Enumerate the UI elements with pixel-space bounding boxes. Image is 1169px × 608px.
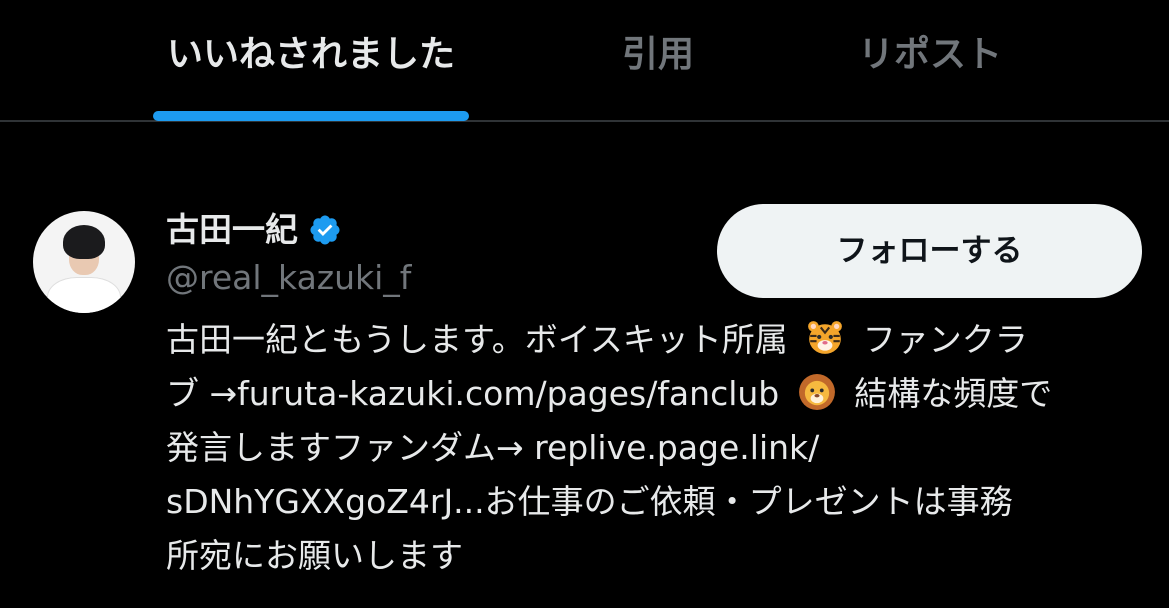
- avatar[interactable]: [33, 211, 135, 313]
- bio-text: 発言しますファンダム→: [166, 428, 535, 467]
- bio-line: 所宛にお願いします: [166, 529, 1141, 583]
- verified-badge-icon: [310, 215, 340, 245]
- bio-text: ブ →: [166, 374, 238, 413]
- bio-text: ファンクラ: [862, 320, 1028, 359]
- user-bio: 古田一紀ともうします。ボイスキット所属 ファンクラ ブ →furuta-kazu…: [166, 313, 1141, 583]
- bio-text: お仕事のご依頼・プレゼントは事務: [484, 482, 1013, 521]
- tab-bar: いいねされました 引用 リポスト: [0, 0, 1169, 122]
- avatar-shirt: [47, 277, 121, 313]
- bio-text: 結構な頻度で: [854, 374, 1053, 413]
- avatar-hair: [63, 225, 105, 259]
- fanclub-link[interactable]: furuta-kazuki.com/pages/fanclub: [237, 374, 779, 413]
- bio-line: ブ →furuta-kazuki.com/pages/fanclub 結構な頻度…: [166, 367, 1141, 421]
- name-row: 古田一紀: [166, 206, 342, 254]
- active-tab-indicator: [153, 111, 469, 121]
- tiger-face-emoji: [808, 321, 843, 354]
- tab-reposts[interactable]: リポスト: [830, 30, 1030, 80]
- user-handle[interactable]: @real_kazuki_f: [166, 255, 411, 301]
- bio-line: 古田一紀ともうします。ボイスキット所属 ファンクラ: [166, 313, 1141, 367]
- tab-quotes[interactable]: 引用: [578, 30, 738, 80]
- user-cell[interactable]: 古田一紀 @real_kazuki_f フォローする 古田一紀ともうします。ボイ…: [0, 122, 1169, 608]
- fandom-link-continued[interactable]: sDNhYGXXgoZ4rJ...: [166, 482, 485, 521]
- fandom-link[interactable]: replive.page.link/: [534, 428, 819, 467]
- bio-line: 発言しますファンダム→ replive.page.link/: [166, 421, 1141, 475]
- bio-line: sDNhYGXXgoZ4rJ...お仕事のご依頼・プレゼントは事務: [166, 475, 1141, 529]
- lion-face-emoji: [798, 374, 835, 410]
- follow-button[interactable]: フォローする: [717, 204, 1142, 298]
- bio-text: 古田一紀ともうします。ボイスキット所属: [166, 320, 788, 359]
- display-name[interactable]: 古田一紀: [166, 206, 298, 254]
- bio-text: 所宛にお願いします: [166, 536, 463, 575]
- previous-row-mask: [30, 0, 130, 120]
- tab-liked[interactable]: いいねされました: [153, 30, 469, 80]
